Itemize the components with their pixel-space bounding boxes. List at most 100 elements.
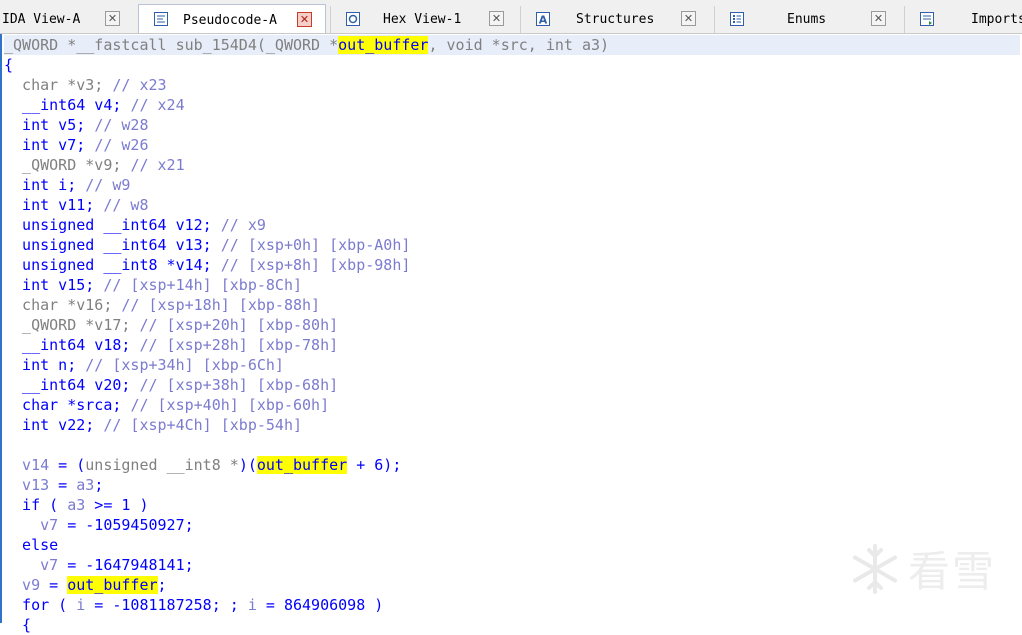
tab-imports[interactable]: Imports (904, 6, 1022, 33)
pseudocode-view[interactable]: _QWORD *__fastcall sub_154D4(_QWORD *out… (0, 34, 1022, 634)
code-line[interactable]: v9 = out_buffer; (4, 575, 167, 595)
code-token[interactable]: char *v16; (4, 296, 121, 314)
code-token[interactable]: + 6); (347, 456, 401, 474)
code-line[interactable]: int v7; // w26 (4, 135, 148, 155)
code-line[interactable]: int v11; // w8 (4, 195, 148, 215)
code-token[interactable]: int n; (4, 356, 85, 374)
code-token[interactable]: char *srca; (4, 396, 130, 414)
code-token[interactable]: v9 (4, 576, 40, 594)
code-token[interactable]: unsigned __int64 v13; (4, 236, 221, 254)
code-token[interactable]: v7 (4, 556, 58, 574)
highlighted-token[interactable]: out_buffer (256, 456, 348, 474)
code-token[interactable]: unsigned __int64 v12; (4, 216, 221, 234)
code-line[interactable]: unsigned __int8 *v14; // [xsp+8h] [xbp-9… (4, 255, 410, 275)
code-token[interactable]: { (4, 616, 31, 634)
code-line[interactable]: __int64 v20; // [xsp+38h] [xbp-68h] (4, 375, 338, 395)
code-token[interactable]: else (4, 536, 58, 554)
code-line[interactable]: v7 = -1647948141; (4, 555, 194, 575)
code-line[interactable]: unsigned __int64 v12; // x9 (4, 215, 266, 235)
code-token[interactable]: _QWORD *__fastcall sub_154D4(_QWORD * (4, 36, 338, 54)
code-line[interactable]: unsigned __int64 v13; // [xsp+0h] [xbp-A… (4, 235, 410, 255)
code-line[interactable]: for ( i = -1081187258; ; i = 864906098 ) (4, 595, 383, 615)
tab-enums[interactable]: Enums ✕ (714, 6, 900, 33)
highlighted-token[interactable]: out_buffer (67, 576, 158, 594)
code-token[interactable]: int i; (4, 176, 85, 194)
code-token[interactable]: int v5; (4, 116, 94, 134)
code-line[interactable]: __int64 v18; // [xsp+28h] [xbp-78h] (4, 335, 338, 355)
code-token[interactable]: // [xsp+18h] [xbp-88h] (121, 296, 320, 314)
code-token[interactable]: // w28 (94, 116, 148, 134)
tab-pseudocode-a[interactable]: Pseudocode-A ✕ (138, 4, 326, 33)
code-token[interactable]: // [xsp+28h] [xbp-78h] (139, 336, 338, 354)
code-token[interactable]: v7 (4, 516, 58, 534)
code-token[interactable]: unsigned __int8 * (85, 456, 239, 474)
function-signature[interactable]: _QWORD *__fastcall sub_154D4(_QWORD *out… (4, 35, 1020, 55)
code-token[interactable]: = -1647948141; (58, 556, 193, 574)
code-token[interactable]: { (4, 56, 13, 74)
close-icon[interactable]: ✕ (681, 11, 696, 26)
code-token[interactable]: int v7; (4, 136, 94, 154)
code-token[interactable]: // x9 (221, 216, 266, 234)
code-token[interactable]: = ( (49, 456, 85, 474)
code-line[interactable]: { (4, 615, 31, 635)
code-line[interactable]: _QWORD *v9; // x21 (4, 155, 185, 175)
code-line[interactable]: char *srca; // [xsp+40h] [xbp-60h] (4, 395, 329, 415)
code-token[interactable]: _QWORD *v17; (4, 316, 139, 334)
code-token[interactable]: // [xsp+38h] [xbp-68h] (139, 376, 338, 394)
code-line[interactable]: else (4, 535, 58, 555)
code-token[interactable]: v14 (4, 456, 49, 474)
code-token[interactable]: if ( (4, 496, 67, 514)
code-token[interactable]: = (49, 476, 76, 494)
code-token[interactable]: // [xsp+8h] [xbp-98h] (221, 256, 411, 274)
code-token[interactable]: // w8 (103, 196, 148, 214)
code-token[interactable]: // x24 (130, 96, 184, 114)
code-line[interactable]: __int64 v4; // x24 (4, 95, 185, 115)
code-token[interactable]: __int64 v18; (4, 336, 139, 354)
code-token[interactable]: unsigned __int8 *v14; (4, 256, 221, 274)
code-line[interactable]: int n; // [xsp+34h] [xbp-6Ch] (4, 355, 284, 375)
code-token[interactable]: = -1059450927; (58, 516, 193, 534)
code-line[interactable]: if ( a3 >= 1 ) (4, 495, 148, 515)
close-icon[interactable]: ✕ (871, 11, 886, 26)
code-line[interactable]: int v22; // [xsp+4Ch] [xbp-54h] (4, 415, 302, 435)
code-token[interactable]: ; (158, 576, 167, 594)
code-token[interactable]: a3 (67, 496, 85, 514)
code-token[interactable]: // w26 (94, 136, 148, 154)
code-token[interactable]: // x21 (130, 156, 184, 174)
code-token[interactable]: // [xsp+20h] [xbp-80h] (139, 316, 338, 334)
code-line[interactable]: int v5; // w28 (4, 115, 148, 135)
code-line[interactable]: char *v16; // [xsp+18h] [xbp-88h] (4, 295, 320, 315)
code-line[interactable]: { (4, 55, 13, 75)
code-token[interactable]: v13 (4, 476, 49, 494)
code-token[interactable]: _QWORD *v9; (4, 156, 130, 174)
code-line[interactable]: _QWORD *v17; // [xsp+20h] [xbp-80h] (4, 315, 338, 335)
code-token[interactable]: // x23 (112, 76, 166, 94)
code-line[interactable]: v14 = (unsigned __int8 *)(out_buffer + 6… (4, 455, 401, 475)
code-line[interactable]: v13 = a3; (4, 475, 103, 495)
code-token[interactable]: // w9 (85, 176, 130, 194)
code-token[interactable]: // [xsp+14h] [xbp-8Ch] (103, 276, 302, 294)
code-token[interactable]: = -1081187258; ; (85, 596, 248, 614)
close-icon[interactable]: ✕ (489, 11, 504, 26)
code-token[interactable]: i (76, 596, 85, 614)
code-token[interactable]: // [xsp+0h] [xbp-A0h] (221, 236, 411, 254)
code-line[interactable]: int i; // w9 (4, 175, 130, 195)
code-token[interactable]: , void *src, int a3) (428, 36, 609, 54)
code-token[interactable]: int v22; (4, 416, 103, 434)
code-token[interactable]: for ( (4, 596, 76, 614)
code-token[interactable]: >= 1 ) (85, 496, 148, 514)
code-token[interactable]: int v11; (4, 196, 103, 214)
code-token[interactable]: __int64 v20; (4, 376, 139, 394)
tab-structures[interactable]: A Structures ✕ (520, 6, 710, 33)
code-token[interactable]: ; (94, 476, 103, 494)
code-line[interactable]: char *v3; // x23 (4, 75, 167, 95)
code-token[interactable]: // [xsp+40h] [xbp-60h] (130, 396, 329, 414)
close-icon[interactable]: ✕ (105, 11, 120, 26)
code-token[interactable]: // [xsp+4Ch] [xbp-54h] (103, 416, 302, 434)
code-token[interactable]: char *v3; (4, 76, 112, 94)
code-token[interactable]: = 864906098 ) (257, 596, 383, 614)
code-line[interactable]: int v15; // [xsp+14h] [xbp-8Ch] (4, 275, 302, 295)
code-line[interactable]: v7 = -1059450927; (4, 515, 194, 535)
highlighted-token[interactable]: out_buffer (338, 36, 429, 54)
code-token[interactable]: a3 (76, 476, 94, 494)
